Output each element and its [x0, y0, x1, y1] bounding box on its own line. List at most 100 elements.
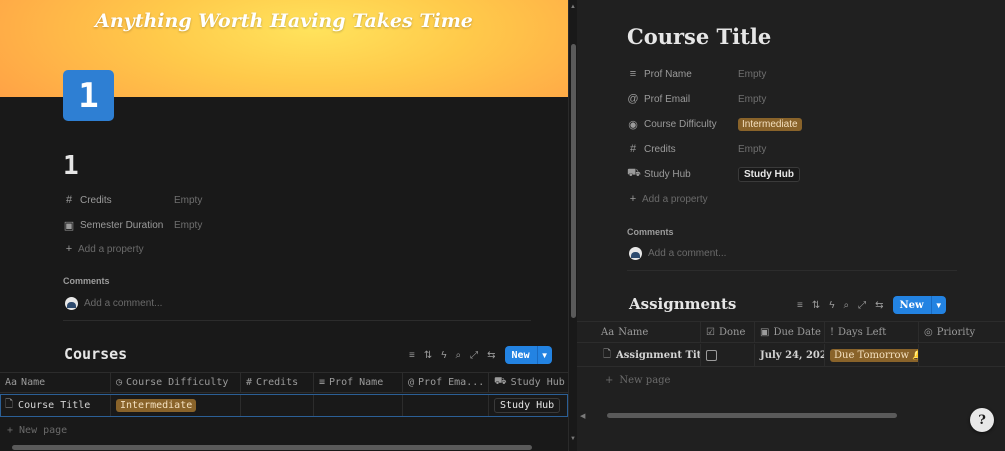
- new-page-button[interactable]: + New page: [7, 425, 67, 436]
- column-header-prof-email[interactable]: @ Prof Ema...: [403, 373, 489, 392]
- column-header-done[interactable]: ☑ Done: [701, 322, 755, 342]
- new-button-label: New: [511, 349, 530, 361]
- database-toolbar: ≡ ⇅ ϟ ⌕ ⤢ ⇆ New ▼: [409, 346, 552, 364]
- property-study-hub[interactable]: ⛟ Study Hub Study Hub: [627, 166, 927, 182]
- chevron-down-icon[interactable]: ▼: [930, 296, 946, 314]
- scroll-down-icon[interactable]: ▼: [570, 436, 576, 442]
- add-property-label: Add a property: [78, 243, 144, 255]
- search-icon[interactable]: ⌕: [456, 350, 462, 361]
- chevron-down-icon[interactable]: ▼: [536, 346, 552, 364]
- table-row[interactable]: 🗋Assignment Title July 24, 2025 Due Tomo…: [577, 344, 1005, 367]
- scrollbar-thumb[interactable]: [571, 44, 576, 318]
- cell-credits[interactable]: [241, 394, 314, 416]
- page-icon-small: 🗋: [5, 398, 14, 410]
- property-value[interactable]: Empty: [738, 69, 766, 80]
- text-icon: Aa: [5, 377, 18, 388]
- divider: [627, 270, 957, 271]
- cell-prof-name[interactable]: [314, 394, 403, 416]
- property-value[interactable]: Empty: [738, 144, 766, 155]
- column-header-days-left[interactable]: ! Days Left: [825, 322, 919, 342]
- filter-icon[interactable]: ≡: [409, 350, 415, 361]
- study-hub-tag: Study Hub: [494, 397, 561, 413]
- cell-course-difficulty[interactable]: Intermediate: [111, 394, 241, 416]
- property-prof-email[interactable]: @ Prof Email Empty: [627, 92, 927, 106]
- property-value[interactable]: Empty: [174, 220, 202, 231]
- cell-days-left[interactable]: Due Tomorrow 🔔: [825, 344, 919, 366]
- hash-icon: #: [246, 377, 253, 388]
- cell-name[interactable]: 🗋 Course Title: [0, 394, 111, 416]
- exclamation-icon: !: [830, 326, 835, 338]
- sort-icon[interactable]: ⇅: [812, 300, 820, 311]
- property-value[interactable]: Empty: [174, 195, 202, 206]
- horizontal-scrollbar[interactable]: [607, 413, 897, 418]
- comment-placeholder: Add a comment...: [84, 298, 163, 309]
- automation-icon[interactable]: ϟ: [441, 350, 446, 361]
- settings-icon[interactable]: ⇆: [875, 300, 883, 311]
- property-semester-duration[interactable]: ▣ Semester Duration Empty: [63, 218, 363, 232]
- right-peek-pane: Course Title ≡ Prof Name Empty @ Prof Emai…: [577, 0, 1005, 451]
- expand-icon[interactable]: ⤢: [470, 350, 478, 361]
- scroll-left-icon[interactable]: ◀: [580, 412, 585, 420]
- plus-icon: +: [605, 375, 614, 386]
- database-title[interactable]: Courses: [64, 345, 127, 363]
- new-button[interactable]: New ▼: [892, 296, 946, 314]
- difficulty-tag[interactable]: Intermediate: [738, 117, 802, 131]
- page-icon[interactable]: 1: [63, 70, 114, 121]
- column-header-course-difficulty[interactable]: ◷ Course Difficulty: [111, 373, 241, 392]
- calendar-icon: ▣: [760, 326, 770, 338]
- scroll-up-icon[interactable]: ▲: [570, 4, 576, 10]
- property-course-difficulty[interactable]: ◉ Course Difficulty Intermediate: [627, 117, 927, 131]
- plus-icon: +: [65, 243, 73, 255]
- cover-title: Anything Worth Having Takes Time: [95, 10, 473, 32]
- done-checkbox[interactable]: [706, 349, 717, 361]
- study-hub-tag[interactable]: Study Hub: [738, 166, 800, 182]
- column-header-name[interactable]: Aa Name: [0, 373, 111, 392]
- vertical-scrollbar[interactable]: ▲ ▼: [568, 0, 577, 451]
- relation-icon: ⛟: [627, 167, 641, 179]
- checkbox-icon: ☑: [706, 326, 715, 338]
- column-header-credits[interactable]: # Credits: [241, 373, 314, 392]
- page-title[interactable]: 1: [63, 151, 79, 181]
- property-credits[interactable]: # Credits Empty: [63, 193, 363, 207]
- add-property-button[interactable]: + Add a property: [63, 243, 144, 255]
- cell-due-date[interactable]: July 24, 2025: [755, 344, 825, 366]
- cell-done[interactable]: [701, 344, 755, 366]
- calendar-icon: ▣: [63, 219, 75, 232]
- search-icon[interactable]: ⌕: [844, 300, 850, 311]
- column-header-name[interactable]: Aa Name: [577, 322, 701, 342]
- cell-study-hub[interactable]: Study Hub: [489, 394, 568, 416]
- property-prof-name[interactable]: ≡ Prof Name Empty: [627, 67, 927, 81]
- settings-icon[interactable]: ⇆: [487, 350, 495, 361]
- column-header-prof-name[interactable]: ≡ Prof Name: [314, 373, 403, 392]
- hash-icon: #: [65, 194, 73, 206]
- property-value[interactable]: Empty: [738, 94, 766, 105]
- column-header-priority[interactable]: ◎ Priority: [919, 322, 1005, 342]
- table-row[interactable]: 🗋 Course Title Intermediate Study Hub: [0, 394, 568, 417]
- new-button[interactable]: New ▼: [504, 346, 552, 364]
- table-header: Aa Name ☑ Done ▣ Due Date ! Days Left ◎ Prior…: [577, 321, 1005, 343]
- filter-icon[interactable]: ≡: [797, 300, 803, 311]
- automation-icon[interactable]: ϟ: [829, 300, 834, 311]
- sort-icon[interactable]: ⇅: [424, 350, 432, 361]
- comment-input[interactable]: Add a comment...: [65, 297, 162, 310]
- property-credits[interactable]: # Credits Empty: [627, 142, 927, 156]
- page-title[interactable]: Course Title: [627, 24, 771, 49]
- relation-icon: ⛟: [494, 376, 507, 387]
- select-icon: ◷: [116, 377, 123, 388]
- text-icon: Aa: [601, 326, 615, 338]
- database-title[interactable]: Assignments: [629, 295, 736, 313]
- add-property-button[interactable]: + Add a property: [627, 193, 708, 205]
- cell-prof-email[interactable]: [403, 394, 489, 416]
- comment-input[interactable]: Add a comment...: [629, 247, 726, 260]
- expand-icon[interactable]: ⤢: [858, 300, 866, 311]
- horizontal-scrollbar[interactable]: [12, 445, 532, 450]
- cell-name[interactable]: 🗋Assignment Title: [577, 344, 701, 366]
- column-header-due-date[interactable]: ▣ Due Date: [755, 322, 825, 342]
- new-page-button[interactable]: + New page: [605, 375, 670, 386]
- database-toolbar: ≡ ⇅ ϟ ⌕ ⤢ ⇆ New ▼: [797, 296, 946, 314]
- cell-priority[interactable]: [919, 344, 1005, 366]
- column-header-study-hub[interactable]: ⛟ Study Hub: [489, 373, 568, 392]
- lines-icon: ≡: [319, 377, 326, 388]
- at-icon: @: [408, 377, 415, 388]
- help-button[interactable]: ?: [970, 408, 994, 432]
